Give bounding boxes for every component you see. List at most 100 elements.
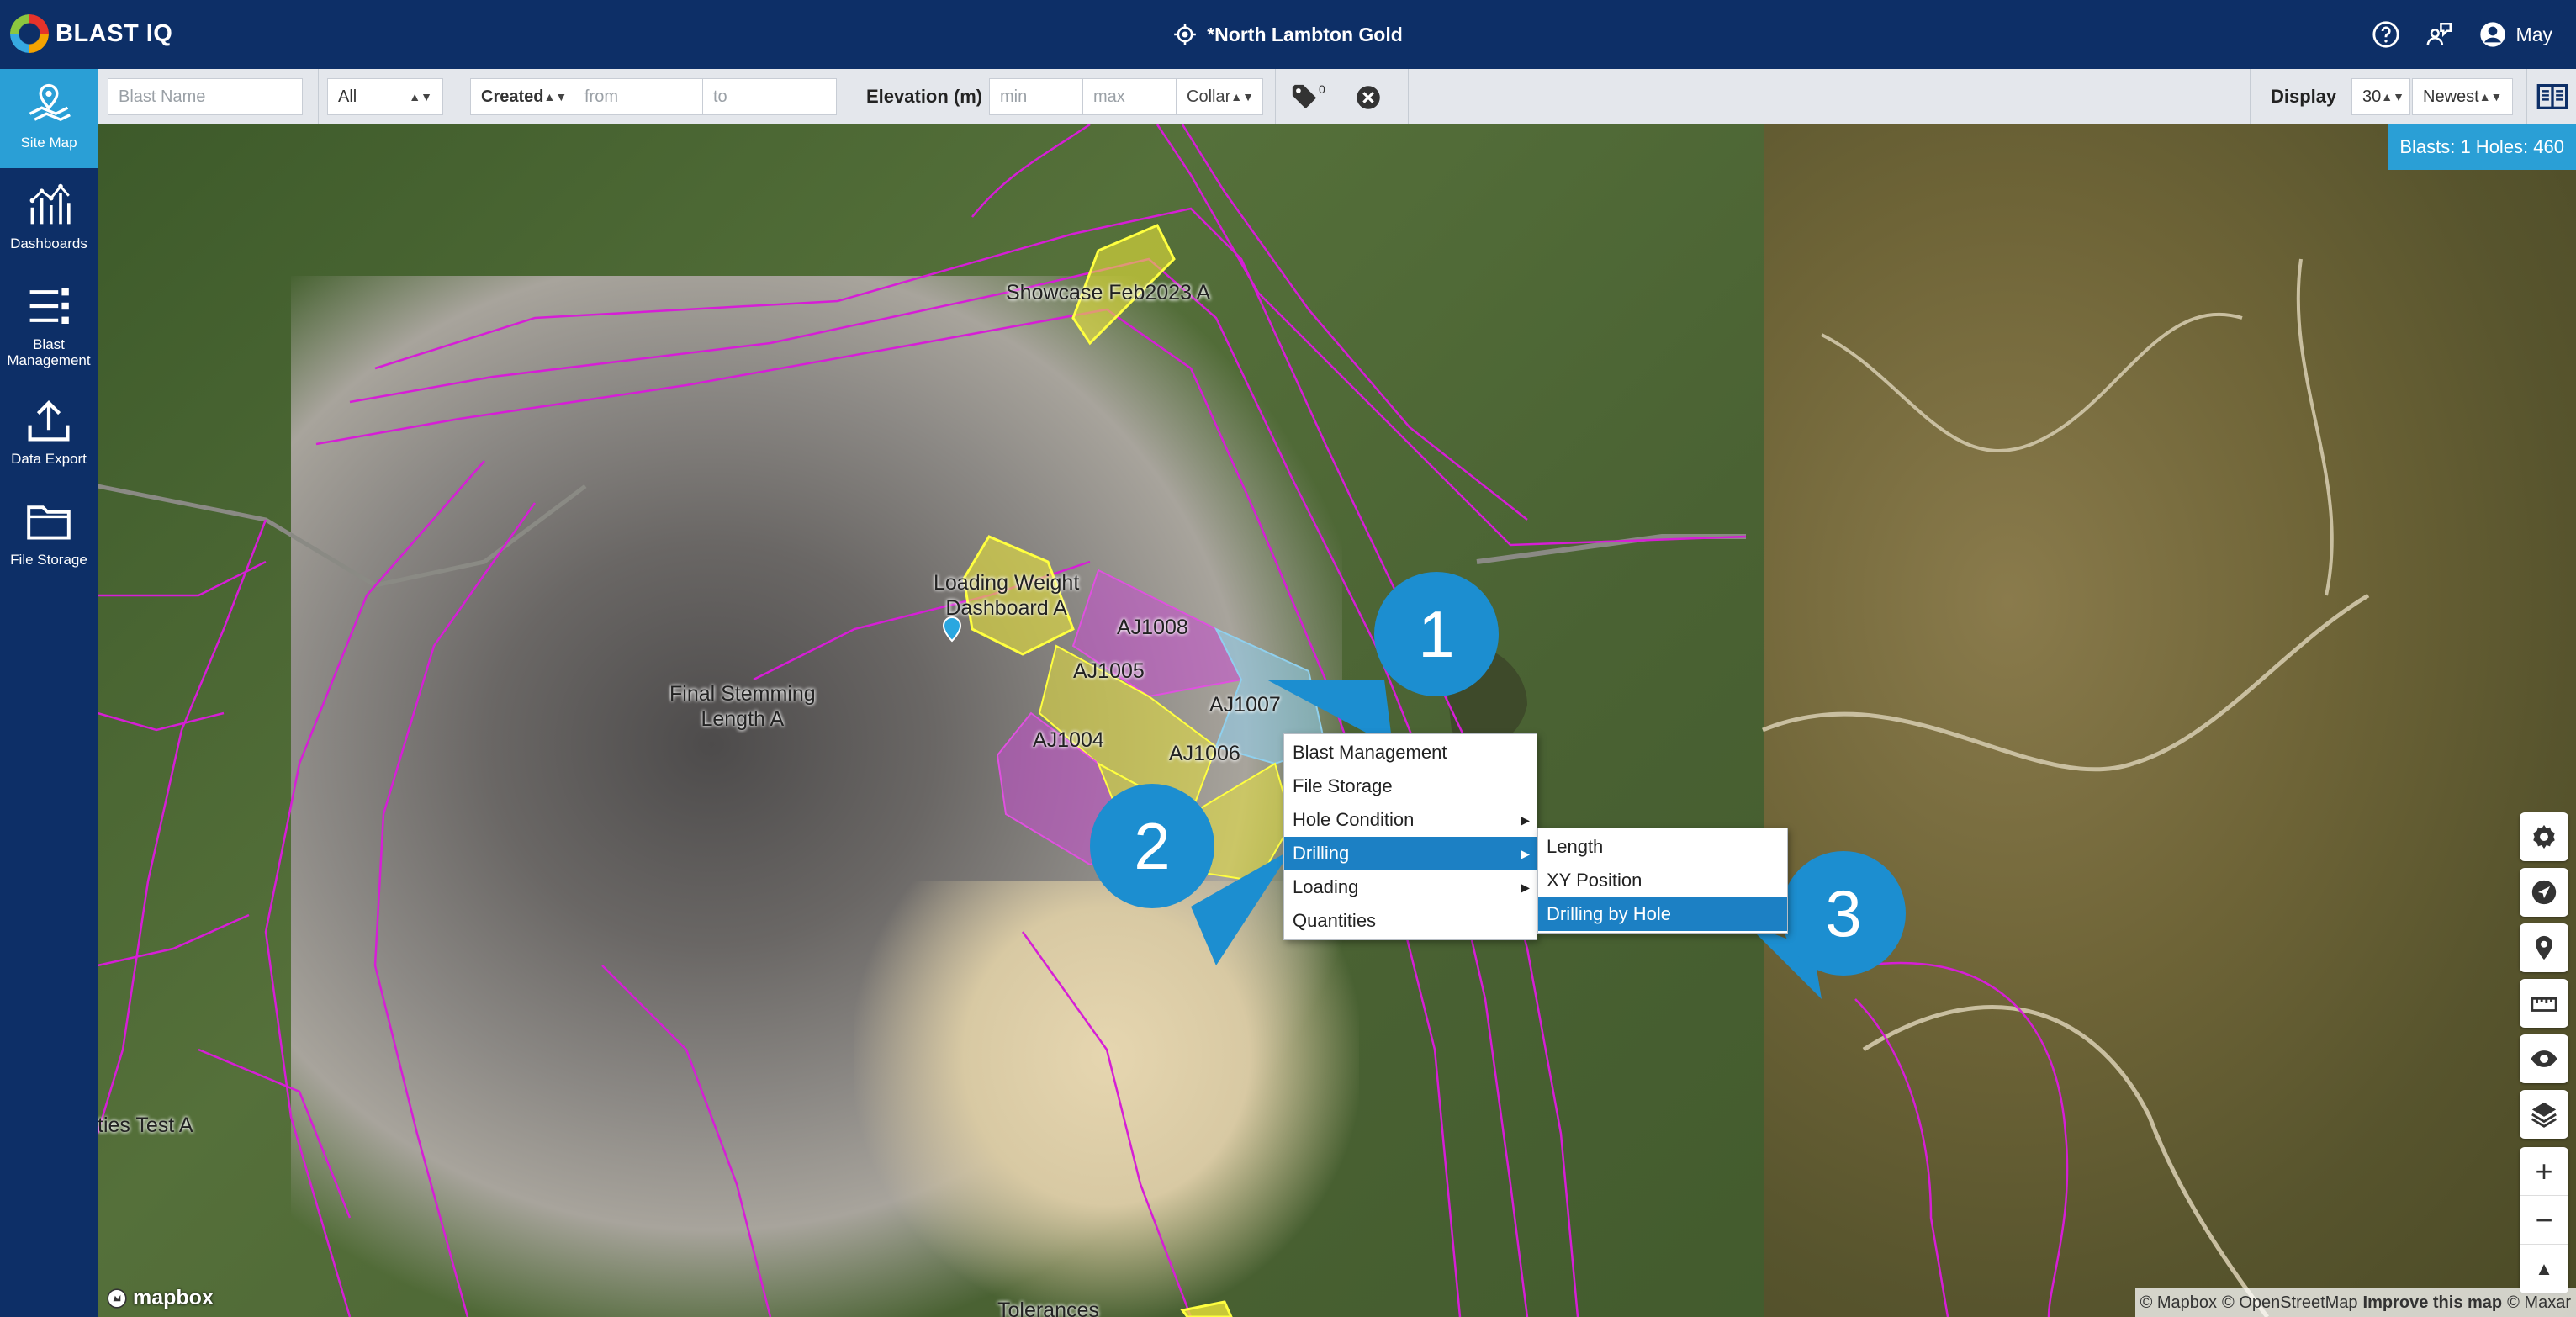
mapbox-icon [107,1288,127,1309]
date-type-select[interactable]: Created ▲▼ [470,78,574,115]
layers-button[interactable] [2520,1090,2568,1139]
menu-item-loading[interactable]: Loading ▶ [1284,870,1537,904]
zoom-out-button[interactable]: − [2520,1196,2568,1245]
zoom-controls: + − ▲ [2520,1147,2568,1293]
select-arrow-icon: ▲▼ [543,90,568,103]
map-icon [29,83,71,122]
menu-item-quantities[interactable]: Quantities [1284,904,1537,938]
menu-item-label: Drilling [1293,843,1350,864]
menu-item-label: Loading [1293,876,1359,897]
upload-icon [28,400,70,442]
sidebar-item-blast-management[interactable]: Blast Management [0,271,98,370]
filter-bar: Blast Name All ▲▼ Created ▲▼ from to Eleva… [98,69,2576,124]
sidebar-item-label: Data Export [11,451,87,467]
crosshair-icon [1174,24,1197,45]
sort-select[interactable]: Newest ▲▼ [2412,78,2513,115]
menu-item-hole-condition[interactable]: Hole Condition ▶ [1284,803,1537,837]
elevation-max-input[interactable]: max [1082,78,1177,115]
visibility-button[interactable] [2520,1034,2568,1083]
map-settings-button[interactable] [2520,812,2568,861]
menu-item-drilling[interactable]: Drilling ▶ [1284,837,1537,870]
top-bar: BLAST IQ *North Lambton Gold May [0,0,2576,69]
elevation-ref-value: Collar [1187,87,1231,106]
display-count-select[interactable]: 30 ▲▼ [2351,78,2410,115]
sidebar-item-dashboards[interactable]: Dashboards [0,170,98,269]
select-arrow-icon: ▲▼ [2381,90,2404,103]
sidebar-item-file-storage[interactable]: File Storage [0,486,98,585]
menu-item-label: Blast Management [1293,742,1447,763]
attribution-improve[interactable]: Improve this map [2363,1293,2503,1313]
tag-count: 0 [1319,82,1325,96]
site-title: *North Lambton Gold [1207,23,1403,45]
menu-item-label: Drilling by Hole [1547,903,1671,924]
layers-icon [2531,1102,2557,1128]
divider [318,69,319,124]
status-select[interactable]: All ▲▼ [327,78,443,115]
sort-value: Newest [2423,87,2479,106]
account-icon [2479,22,2505,47]
blast-name-input[interactable]: Blast Name [108,78,303,115]
clear-filters-icon[interactable] [1356,85,1381,110]
tag-filter-button[interactable]: 0 [1290,82,1325,111]
zoom-in-button[interactable]: + [2520,1147,2568,1196]
divider [1408,69,1409,124]
menu-item-label: Quantities [1293,910,1377,931]
settings-icon [2533,824,2555,849]
sidebar-item-label: File Storage [10,552,87,568]
elevation-ref-select[interactable]: Collar ▲▼ [1176,78,1263,115]
sidebar-item-data-export[interactable]: Data Export [0,385,98,484]
sidebar-item-label: Dashboards [10,235,87,251]
menu-item-label: XY Position [1547,870,1642,891]
date-from-input[interactable]: from [574,78,703,115]
help-circle-icon[interactable] [2372,20,2400,49]
callout-1: 1 [1374,572,1499,696]
site-selector[interactable]: *North Lambton Gold [0,0,2576,69]
mapbox-logo[interactable]: mapbox [106,1286,214,1310]
feedback-icon[interactable] [2425,20,2454,49]
context-menu: Blast Management File Storage Hole Condi… [1283,733,1537,940]
left-sidebar: Site Map Dashboards Blast Management Dat… [0,69,98,1317]
display-count-value: 30 [2362,87,2382,106]
status-select-value: All [338,87,357,106]
attribution-mapbox[interactable]: © Mapbox [2140,1293,2217,1313]
submenu-arrow-icon: ▶ [1521,846,1530,860]
mapbox-logo-text: mapbox [133,1286,214,1309]
navigate-button[interactable] [2520,868,2568,917]
date-to-input[interactable]: to [702,78,837,115]
drilling-submenu: Length XY Position Drilling by Hole [1537,828,1788,934]
list-icon [29,288,69,324]
sidebar-item-site-map[interactable]: Site Map [0,69,98,168]
location-button[interactable] [2520,923,2568,972]
callout-pointers [1191,680,1822,999]
callout-2: 2 [1090,784,1214,908]
compass-button[interactable]: ▲ [2520,1245,2568,1293]
select-arrow-icon: ▲▼ [1230,90,1254,103]
date-type-value: Created [481,87,544,106]
eye-icon [2531,1050,2557,1067]
menu-item-file-storage[interactable]: File Storage [1284,770,1537,803]
folder-icon [27,505,71,540]
submenu-arrow-icon: ▶ [1521,812,1530,827]
ruler-icon [2531,997,2557,1012]
divider [2250,69,2251,124]
submenu-item-xy-position[interactable]: XY Position [1538,864,1787,897]
user-name: May [2515,23,2552,45]
measure-button[interactable] [2520,979,2568,1028]
divider [1275,69,1276,124]
attribution-osm[interactable]: © OpenStreetMap [2222,1293,2357,1313]
attribution-maxar[interactable]: © Maxar [2507,1293,2571,1313]
submenu-item-drilling-by-hole[interactable]: Drilling by Hole [1538,897,1787,931]
menu-item-label: Hole Condition [1293,809,1415,830]
submenu-item-length[interactable]: Length [1538,830,1787,864]
tag-icon [1292,84,1317,109]
callout-3: 3 [1781,851,1906,976]
submenu-arrow-icon: ▶ [1521,880,1530,894]
user-menu[interactable]: May [2479,21,2552,48]
site-map[interactable]: Blasts: 1 Holes: 460 Showcase Feb2023 A … [98,124,2576,1317]
elevation-min-input[interactable]: min [989,78,1083,115]
divider [2526,69,2527,124]
chart-icon [29,183,71,225]
list-panel-toggle-icon[interactable] [2536,80,2569,114]
menu-item-blast-management[interactable]: Blast Management [1284,736,1537,770]
menu-item-label: Length [1547,836,1604,857]
